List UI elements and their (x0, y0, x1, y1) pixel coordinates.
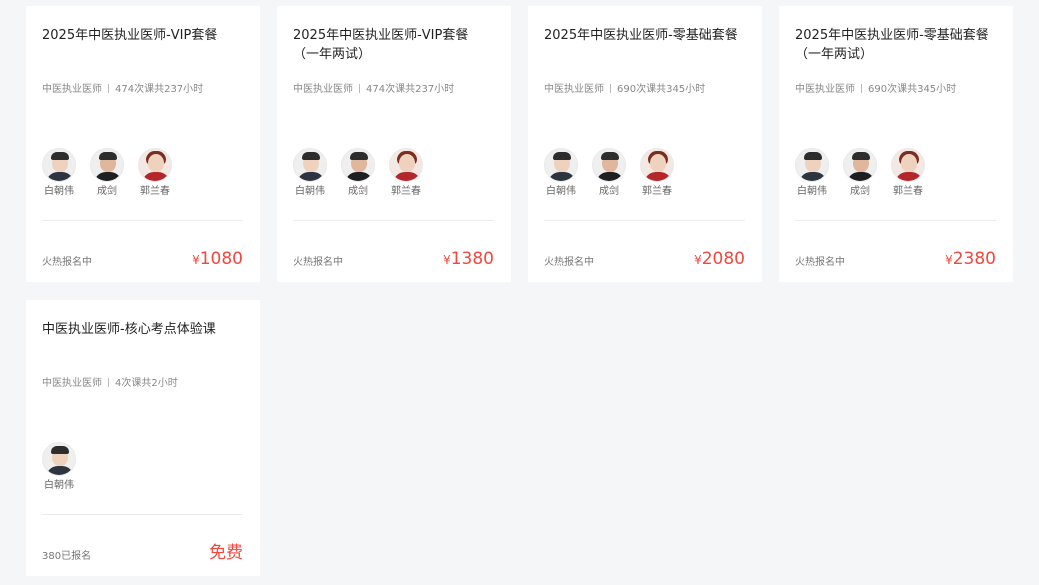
course-lessons: 474次课共237小时 (115, 84, 204, 95)
course-lessons: 690次课共345小时 (868, 84, 957, 95)
card-divider (544, 220, 745, 221)
meta-divider (610, 84, 611, 93)
teacher-item[interactable]: 白朝伟 (286, 148, 334, 198)
course-category: 中医执业医师 (293, 84, 353, 95)
card-divider (42, 220, 243, 221)
teacher-name: 成剑 (97, 186, 117, 197)
avatar (341, 148, 375, 182)
avatar (293, 148, 327, 182)
course-meta: 中医执业医师 690次课共345小时 (795, 80, 996, 95)
teacher-list: 白朝伟 成剑 郭兰春 (293, 148, 494, 204)
enroll-status: 火热报名中 (795, 257, 845, 268)
avatar (544, 148, 578, 182)
teacher-item[interactable]: 成剑 (334, 148, 382, 198)
avatar (42, 148, 76, 182)
avatar (389, 148, 423, 182)
enroll-status: 火热报名中 (293, 257, 343, 268)
price-value: 1080 (199, 249, 243, 269)
enroll-status: 火热报名中 (544, 257, 594, 268)
course-meta: 中医执业医师 4次课共2小时 (42, 374, 243, 389)
teacher-item[interactable]: 郭兰春 (131, 148, 179, 198)
course-price: ¥2080 (694, 249, 745, 270)
price-value: 1380 (450, 249, 494, 269)
teacher-name: 成剑 (348, 186, 368, 197)
price-value: 免费 (209, 543, 243, 563)
course-card[interactable]: 2025年中医执业医师-零基础套餐（一年两试） 中医执业医师 690次课共345小… (779, 6, 1013, 282)
avatar (90, 148, 124, 182)
teacher-item[interactable]: 白朝伟 (788, 148, 836, 198)
card-divider (293, 220, 494, 221)
currency-symbol: ¥ (945, 253, 953, 267)
course-price: ¥2380 (945, 249, 996, 270)
teacher-name: 成剑 (599, 186, 619, 197)
course-card[interactable]: 2025年中医执业医师-VIP套餐（一年两试） 中医执业医师 474次课共237小… (277, 6, 511, 282)
course-lessons: 690次课共345小时 (617, 84, 706, 95)
teacher-list: 白朝伟 成剑 郭兰春 (795, 148, 996, 204)
course-lessons: 4次课共2小时 (115, 378, 178, 389)
teacher-list: 白朝伟 成剑 郭兰春 (42, 148, 243, 204)
teacher-list: 白朝伟 成剑 郭兰春 (544, 148, 745, 204)
avatar (795, 148, 829, 182)
meta-divider (359, 84, 360, 93)
price-value: 2380 (952, 249, 996, 269)
currency-symbol: ¥ (192, 253, 200, 267)
enroll-status: 380已报名 (42, 551, 92, 562)
teacher-name: 白朝伟 (44, 480, 74, 491)
course-title[interactable]: 中医执业医师-核心考点体验课 (42, 320, 243, 339)
meta-divider (861, 84, 862, 93)
currency-symbol: ¥ (694, 253, 702, 267)
teacher-name: 白朝伟 (797, 186, 827, 197)
course-grid: 2025年中医执业医师-VIP套餐 中医执业医师 474次课共237小时 白朝伟 … (26, 6, 1016, 581)
teacher-item[interactable]: 郭兰春 (382, 148, 430, 198)
avatar (42, 442, 76, 476)
course-price: ¥1380 (443, 249, 494, 270)
teacher-name: 郭兰春 (140, 186, 170, 197)
teacher-name: 成剑 (850, 186, 870, 197)
meta-divider (108, 84, 109, 93)
teacher-name: 郭兰春 (391, 186, 421, 197)
course-title[interactable]: 2025年中医执业医师-VIP套餐 (42, 26, 243, 45)
course-price: 免费 (209, 543, 243, 564)
course-meta: 中医执业医师 474次课共237小时 (293, 80, 494, 95)
card-divider (42, 514, 243, 515)
course-card[interactable]: 2025年中医执业医师-VIP套餐 中医执业医师 474次课共237小时 白朝伟 … (26, 6, 260, 282)
avatar (640, 148, 674, 182)
course-lessons: 474次课共237小时 (366, 84, 455, 95)
avatar (891, 148, 925, 182)
currency-symbol: ¥ (443, 253, 451, 267)
teacher-item[interactable]: 白朝伟 (537, 148, 585, 198)
teacher-name: 白朝伟 (44, 186, 74, 197)
course-card[interactable]: 中医执业医师-核心考点体验课 中医执业医师 4次课共2小时 白朝伟 380已报名 … (26, 300, 260, 576)
teacher-item[interactable]: 白朝伟 (35, 148, 83, 198)
teacher-name: 郭兰春 (642, 186, 672, 197)
course-card[interactable]: 2025年中医执业医师-零基础套餐 中医执业医师 690次课共345小时 白朝伟 … (528, 6, 762, 282)
avatar (843, 148, 877, 182)
teacher-item[interactable]: 郭兰春 (633, 148, 681, 198)
price-value: 2080 (701, 249, 745, 269)
teacher-item[interactable]: 白朝伟 (35, 442, 83, 492)
teacher-item[interactable]: 郭兰春 (884, 148, 932, 198)
enroll-status: 火热报名中 (42, 257, 92, 268)
course-title[interactable]: 2025年中医执业医师-VIP套餐（一年两试） (293, 26, 494, 64)
teacher-item[interactable]: 成剑 (585, 148, 633, 198)
avatar (138, 148, 172, 182)
teacher-name: 白朝伟 (295, 186, 325, 197)
course-category: 中医执业医师 (795, 84, 855, 95)
teacher-item[interactable]: 成剑 (83, 148, 131, 198)
course-title[interactable]: 2025年中医执业医师-零基础套餐（一年两试） (795, 26, 996, 64)
card-divider (795, 220, 996, 221)
avatar (592, 148, 626, 182)
teacher-name: 郭兰春 (893, 186, 923, 197)
meta-divider (108, 378, 109, 387)
teacher-name: 白朝伟 (546, 186, 576, 197)
course-category: 中医执业医师 (42, 84, 102, 95)
course-title[interactable]: 2025年中医执业医师-零基础套餐 (544, 26, 745, 45)
teacher-list: 白朝伟 (42, 442, 243, 498)
course-category: 中医执业医师 (42, 378, 102, 389)
course-category: 中医执业医师 (544, 84, 604, 95)
course-price: ¥1080 (192, 249, 243, 270)
course-meta: 中医执业医师 690次课共345小时 (544, 80, 745, 95)
course-meta: 中医执业医师 474次课共237小时 (42, 80, 243, 95)
teacher-item[interactable]: 成剑 (836, 148, 884, 198)
